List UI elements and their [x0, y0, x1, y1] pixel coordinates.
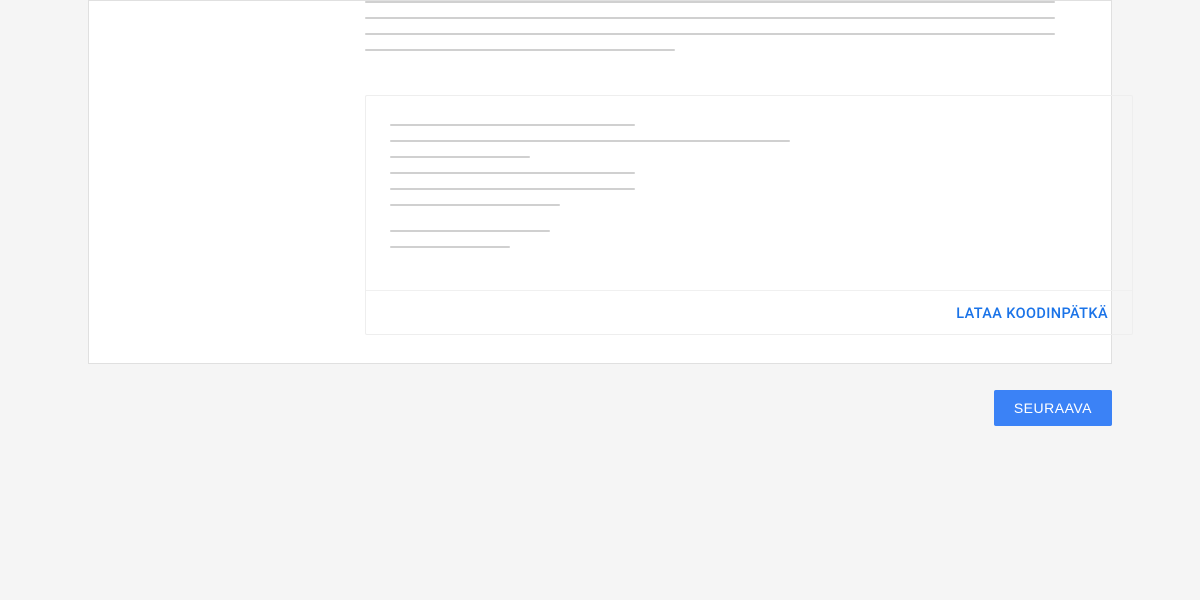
main-card: LATAA KOODINPÄTKÄ [88, 0, 1112, 364]
code-footer: LATAA KOODINPÄTKÄ [366, 290, 1132, 334]
code-placeholder-line [390, 140, 790, 142]
actions-row: SEURAAVA [88, 390, 1112, 426]
placeholder-line [365, 17, 1055, 19]
placeholder-line [365, 49, 675, 51]
download-code-snippet-link[interactable]: LATAA KOODINPÄTKÄ [956, 305, 1108, 322]
code-placeholder-line [390, 246, 510, 248]
next-button[interactable]: SEURAAVA [994, 390, 1112, 426]
description-placeholder [365, 1, 1111, 51]
code-placeholder-line [390, 172, 635, 174]
code-body [366, 96, 1132, 290]
code-placeholder-line [390, 124, 635, 126]
code-placeholder-line [390, 188, 635, 190]
code-placeholder-line [390, 156, 530, 158]
code-placeholder-line [390, 204, 560, 206]
content-area: LATAA KOODINPÄTKÄ [89, 1, 1111, 335]
code-snippet-panel: LATAA KOODINPÄTKÄ [365, 95, 1133, 335]
placeholder-line [365, 33, 1055, 35]
placeholder-line [365, 1, 1055, 3]
code-placeholder-line [390, 230, 550, 232]
